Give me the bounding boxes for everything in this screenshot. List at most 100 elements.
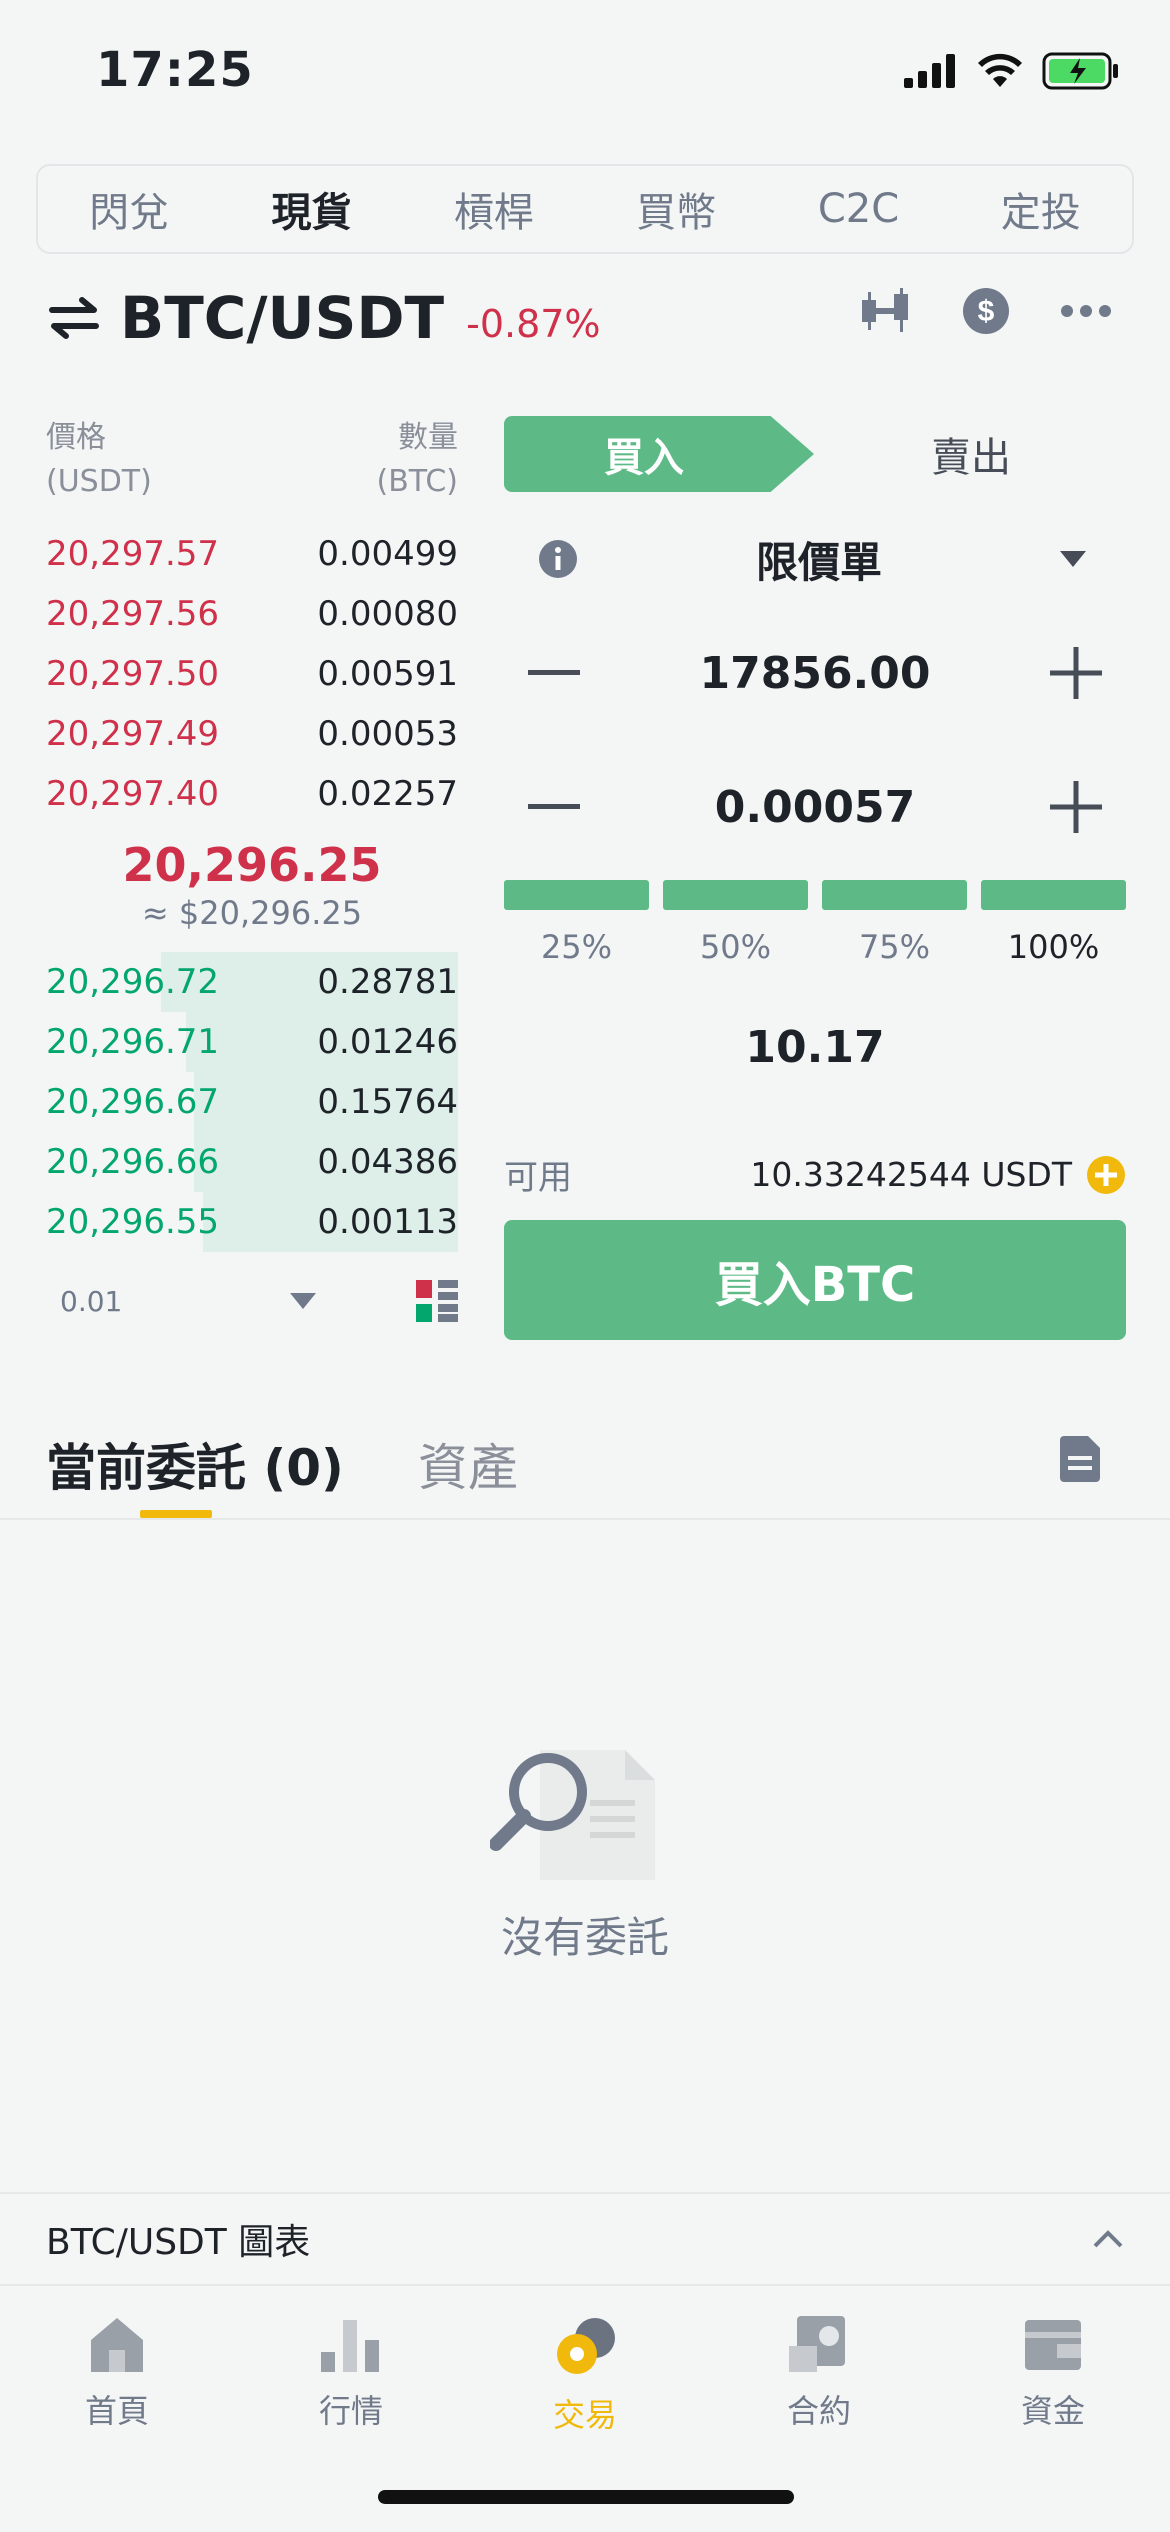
qty-unit: (BTC) xyxy=(376,464,458,499)
nav-trade[interactable]: 交易 xyxy=(468,2316,702,2436)
nav-label: 交易 xyxy=(552,2396,617,2434)
percent-100[interactable]: 100% xyxy=(981,880,1126,966)
tab-spot[interactable]: 現貨 xyxy=(220,180,402,238)
caret-down-icon xyxy=(1059,551,1086,567)
pair-name[interactable]: BTC/USDT xyxy=(120,284,444,352)
ask-row[interactable]: 20,297.49 0.00053 xyxy=(46,704,458,764)
percent-label: 50% xyxy=(699,928,772,966)
bid-row[interactable]: 20,296.72 0.28781 xyxy=(46,952,458,1012)
bid-qty: 0.15764 xyxy=(317,1082,458,1122)
price-increase-button[interactable] xyxy=(1026,623,1126,723)
nav-label: 合約 xyxy=(786,2392,851,2430)
orders-tabs: 當前委託 (0) 資產 xyxy=(46,1428,518,1500)
ask-row[interactable]: 20,297.50 0.00591 xyxy=(46,644,458,704)
add-funds-icon[interactable] xyxy=(1086,1155,1126,1195)
empty-state: 沒有委託 xyxy=(0,1720,1170,1965)
trade-mode-tabs: 閃兌 現貨 槓桿 買幣 C2C 定投 xyxy=(36,164,1134,254)
order-history-icon[interactable] xyxy=(1060,1436,1100,1482)
status-time: 17:25 xyxy=(96,42,254,98)
mid-price: 20,296.25 ≈ $20,296.25 xyxy=(46,838,458,932)
dollar-circle-icon[interactable]: $ xyxy=(962,287,1010,335)
nav-label: 行情 xyxy=(318,2392,383,2430)
price-decrease-button[interactable] xyxy=(504,623,604,723)
amount-input[interactable]: 0.00057 xyxy=(504,752,1126,862)
ask-price: 20,297.49 xyxy=(46,714,220,754)
amount-value[interactable]: 0.00057 xyxy=(715,782,915,833)
futures-icon xyxy=(789,2316,845,2372)
orderbook-layout-icon[interactable] xyxy=(416,1280,458,1322)
tab-open-orders[interactable]: 當前委託 (0) xyxy=(46,1428,344,1500)
percent-label: 75% xyxy=(858,928,931,966)
nav-wallet[interactable]: 資金 xyxy=(936,2316,1170,2436)
no-orders-illustration xyxy=(490,1750,655,1880)
header-actions: $ xyxy=(858,286,1112,336)
bid-price: 20,296.67 xyxy=(46,1082,220,1122)
available-balance: 可用 10.33242544 USDT xyxy=(504,1150,1126,1199)
percent-selector: 25% 50% 75% 100% xyxy=(504,880,1126,966)
nav-futures[interactable]: 合約 xyxy=(702,2316,936,2436)
tab-auto-invest[interactable]: 定投 xyxy=(950,180,1132,238)
ask-row[interactable]: 20,297.56 0.00080 xyxy=(46,584,458,644)
nav-markets[interactable]: 行情 xyxy=(234,2316,468,2436)
caret-down-icon xyxy=(290,1293,316,1309)
depth-value: 0.01 xyxy=(60,1284,123,1318)
price-value[interactable]: 17856.00 xyxy=(699,648,930,699)
markets-icon xyxy=(321,2320,379,2372)
percent-75[interactable]: 75% xyxy=(822,880,967,966)
ask-qty: 0.00591 xyxy=(317,654,458,694)
wallet-icon xyxy=(1025,2320,1081,2370)
qty-header: 數量 xyxy=(398,420,458,455)
bid-price: 20,296.72 xyxy=(46,962,220,1002)
chevron-up-icon[interactable] xyxy=(1092,2229,1124,2249)
percent-50[interactable]: 50% xyxy=(663,880,808,966)
percent-bar xyxy=(822,880,967,910)
bid-qty: 0.01246 xyxy=(317,1022,458,1062)
ask-price: 20,297.50 xyxy=(46,654,220,694)
candlestick-chart-icon[interactable] xyxy=(858,286,912,336)
bid-qty: 0.04386 xyxy=(317,1142,458,1182)
ask-row[interactable]: 20,297.57 0.00499 xyxy=(46,524,458,584)
tab-margin[interactable]: 槓桿 xyxy=(403,180,585,238)
tab-convert[interactable]: 閃兌 xyxy=(38,180,220,238)
swap-arrows-icon[interactable] xyxy=(48,296,100,340)
buy-tab[interactable]: 買入 xyxy=(504,416,814,492)
nav-label: 資金 xyxy=(1020,2392,1085,2430)
percent-bar xyxy=(981,880,1126,910)
bid-row[interactable]: 20,296.67 0.15764 xyxy=(46,1072,458,1132)
pair-header[interactable]: BTC/USDT -0.87% xyxy=(48,282,601,354)
orderbook-header: 價格 (USDT) 數量 (BTC) xyxy=(46,416,458,502)
total-value[interactable]: 10.17 xyxy=(504,1022,1126,1073)
amount-increase-button[interactable] xyxy=(1026,757,1126,857)
amount-decrease-button[interactable] xyxy=(504,757,604,857)
percent-25[interactable]: 25% xyxy=(504,880,649,966)
bid-row[interactable]: 20,296.55 0.00113 xyxy=(46,1192,458,1252)
price-input[interactable]: 17856.00 xyxy=(504,618,1126,728)
depth-select[interactable]: 0.01 xyxy=(46,1285,316,1318)
sell-tab[interactable]: 賣出 xyxy=(816,416,1126,492)
active-tab-indicator xyxy=(140,1510,212,1518)
buy-btc-button[interactable]: 買入BTC xyxy=(504,1220,1126,1340)
info-icon[interactable] xyxy=(538,539,578,579)
plus-icon xyxy=(1050,781,1102,833)
tab-assets[interactable]: 資產 xyxy=(418,1428,518,1500)
nav-home[interactable]: 首頁 xyxy=(0,2316,234,2436)
more-icon[interactable] xyxy=(1060,304,1112,318)
bid-price: 20,296.66 xyxy=(46,1142,220,1182)
price-header: 價格 xyxy=(46,420,106,455)
bid-row[interactable]: 20,296.66 0.04386 xyxy=(46,1132,458,1192)
available-value: 10.33242544 USDT xyxy=(750,1155,1072,1194)
bid-qty: 0.28781 xyxy=(317,962,458,1002)
home-indicator xyxy=(378,2490,794,2504)
tab-c2c[interactable]: C2C xyxy=(767,186,949,232)
bid-row[interactable]: 20,296.71 0.01246 xyxy=(46,1012,458,1072)
bid-price: 20,296.55 xyxy=(46,1202,220,1242)
tab-buy-crypto[interactable]: 買幣 xyxy=(585,180,767,238)
ask-row[interactable]: 20,297.40 0.02257 xyxy=(46,764,458,824)
ask-price: 20,297.57 xyxy=(46,534,220,574)
last-price: 20,296.25 xyxy=(122,838,382,892)
empty-text: 沒有委託 xyxy=(500,1913,669,1962)
order-type-row[interactable]: 限價單 xyxy=(504,504,1126,614)
percent-bar xyxy=(504,880,649,910)
wifi-icon xyxy=(978,53,1022,87)
chart-drawer[interactable]: BTC/USDT 圖表 xyxy=(0,2192,1170,2284)
